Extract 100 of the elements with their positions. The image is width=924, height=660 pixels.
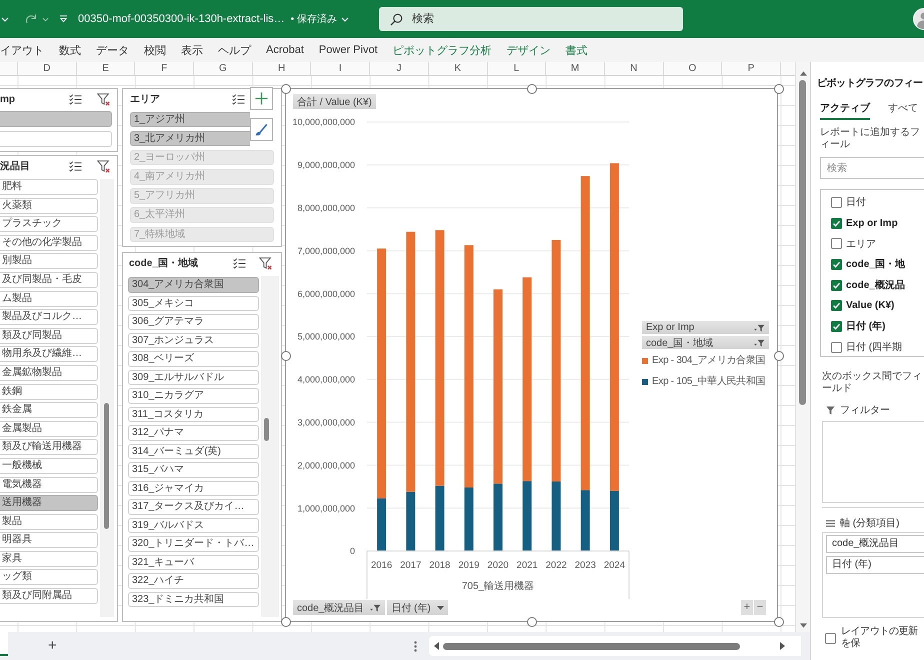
- avatar-icon[interactable]: [912, 8, 924, 30]
- column-header[interactable]: F: [135, 62, 194, 75]
- slicer-item[interactable]: ッグ類: [0, 569, 98, 586]
- slicer-item[interactable]: 別製品: [0, 253, 98, 270]
- ribbon-tab[interactable]: 校閲: [144, 42, 166, 58]
- slicer-item[interactable]: 305_メキシコ: [128, 296, 259, 311]
- up-arrow-icon[interactable]: [800, 71, 806, 76]
- resize-handle[interactable]: [774, 616, 784, 626]
- resize-handle[interactable]: [280, 616, 290, 626]
- field-label[interactable]: エリア: [846, 236, 876, 251]
- checkbox[interactable]: [831, 320, 842, 332]
- slicer-item[interactable]: 製品及びコルク…: [0, 309, 98, 326]
- scrollbar-thumb[interactable]: [799, 80, 806, 405]
- checkbox[interactable]: [831, 258, 842, 270]
- slicer-item[interactable]: 312_パナマ: [128, 425, 259, 440]
- value-field-button[interactable]: 合計 / Value (K¥): [293, 94, 376, 109]
- slicer-item[interactable]: 322_ハイチ: [128, 573, 259, 588]
- slicer-item[interactable]: 3_北アメリカ州: [130, 130, 250, 146]
- slicer-item[interactable]: 鉄金属: [0, 402, 98, 418]
- clear-filter-icon[interactable]: [97, 160, 110, 172]
- column-header[interactable]: N: [604, 62, 664, 75]
- resize-handle[interactable]: [527, 616, 537, 626]
- ribbon-tab[interactable]: イアウト: [0, 42, 44, 58]
- checkbox[interactable]: [831, 280, 842, 291]
- slicer-item[interactable]: 311_コスタリカ: [128, 406, 259, 422]
- slicer-item[interactable]: ム製品: [0, 290, 98, 307]
- expand-collapse-button[interactable]: −: [754, 600, 766, 615]
- column-header[interactable]: J: [370, 62, 429, 75]
- slicer-item[interactable]: 304_アメリカ合衆国: [128, 277, 259, 292]
- search-field[interactable]: 検索: [378, 7, 683, 31]
- chevron-down-icon[interactable]: [42, 16, 49, 22]
- multi-select-icon[interactable]: [232, 94, 245, 104]
- slicer-item[interactable]: 物用糸及び繊維…: [0, 346, 98, 362]
- legend-field-button[interactable]: Exp or Imp: [642, 321, 769, 334]
- slicer-item[interactable]: プラスチック: [0, 216, 98, 232]
- scrollbar-thumb[interactable]: [264, 418, 269, 441]
- slicer-item[interactable]: 306_グアテマラ: [128, 314, 259, 330]
- search-field[interactable]: 検索: [820, 157, 924, 179]
- down-arrow-icon[interactable]: [800, 623, 806, 628]
- slicer-item[interactable]: 309_エルサルバドル: [128, 370, 259, 385]
- field-label[interactable]: Exp or Imp: [846, 218, 898, 229]
- slicer-item[interactable]: 金属鉱物製品: [0, 364, 98, 381]
- slicer-item[interactable]: その他の化学製品: [0, 234, 98, 251]
- ribbon-tab[interactable]: 書式: [566, 42, 588, 58]
- slicer-item[interactable]: 明器具: [0, 532, 98, 548]
- left-arrow-icon[interactable]: [434, 642, 439, 650]
- slicer-item[interactable]: 類及び同附属品: [0, 588, 98, 604]
- axis-field-button[interactable]: code_概況品目: [293, 600, 386, 615]
- column-header[interactable]: P: [722, 62, 781, 75]
- ribbon-tab[interactable]: 表示: [181, 42, 203, 58]
- slicer-item[interactable]: 323_ドミニカ共和国: [128, 592, 259, 607]
- drop-area[interactable]: code_概況品目 日付 (年): [822, 532, 924, 618]
- save-status-button[interactable]: • 保存済み: [290, 12, 349, 26]
- scrollbar-thumb[interactable]: [104, 403, 109, 529]
- slicer-item[interactable]: 314_バーミュダ(英): [128, 444, 259, 459]
- slicer-item[interactable]: 315_バハマ: [128, 462, 259, 478]
- resize-handle[interactable]: [774, 350, 784, 360]
- column-header[interactable]: I: [311, 62, 370, 75]
- slicer-item[interactable]: 製品: [0, 514, 98, 530]
- slicer-item[interactable]: 307_ホンジュラス: [128, 332, 259, 348]
- customize-icon[interactable]: [59, 15, 68, 23]
- ribbon-tab[interactable]: ピボットグラフ分析: [392, 42, 492, 58]
- column-header[interactable]: E: [76, 62, 136, 75]
- slicer-item[interactable]: 317_タークス及びカイ…: [128, 499, 259, 514]
- slicer-item[interactable]: 鉄鋼: [0, 384, 98, 400]
- redo-icon[interactable]: [24, 13, 38, 25]
- slicer-item[interactable]: 320_トリニダード・トバ…: [128, 536, 259, 552]
- slicer-item[interactable]: 類及び同製品: [0, 328, 98, 344]
- style-button[interactable]: [250, 118, 273, 141]
- checkbox[interactable]: [831, 238, 842, 250]
- column-header[interactable]: L: [488, 62, 546, 75]
- slicer-item[interactable]: 及び同製品・毛皮: [0, 272, 98, 288]
- multi-select-icon[interactable]: [69, 94, 82, 104]
- checkbox[interactable]: [831, 196, 842, 208]
- multi-select-icon[interactable]: [69, 160, 82, 172]
- slicer-item[interactable]: 310_ニカラグア: [128, 388, 259, 404]
- field-label[interactable]: code_国・地: [846, 257, 905, 272]
- column-header[interactable]: K: [428, 62, 488, 75]
- checkbox[interactable]: [831, 342, 842, 353]
- field-label[interactable]: code_概況品: [846, 278, 905, 292]
- multi-select-icon[interactable]: [233, 258, 246, 268]
- checkbox[interactable]: [831, 218, 842, 229]
- ribbon-tab[interactable]: ヘルプ: [218, 42, 251, 58]
- column-header[interactable]: O: [664, 62, 722, 75]
- resize-handle[interactable]: [280, 84, 290, 94]
- add-button[interactable]: [250, 87, 273, 110]
- slicer-item[interactable]: 319_バルバドス: [128, 518, 259, 533]
- pane-tab[interactable]: アクティブ: [820, 99, 870, 120]
- slicer-item[interactable]: 308_ベリーズ: [128, 351, 259, 366]
- axis-field-button[interactable]: 日付 (年): [387, 600, 448, 615]
- slicer-item[interactable]: 類及び輸送用機器: [0, 439, 98, 456]
- field-label[interactable]: 日付: [846, 195, 866, 210]
- ribbon-tab[interactable]: デザイン: [506, 42, 551, 58]
- ribbon-tab[interactable]: Acrobat: [266, 44, 304, 56]
- field-label[interactable]: Value (K¥): [846, 300, 894, 312]
- ribbon-tab[interactable]: Power Pivot: [318, 44, 378, 56]
- clear-filter-icon[interactable]: [97, 92, 110, 106]
- add-sheet-button[interactable]: +: [46, 638, 59, 654]
- column-header[interactable]: H: [252, 62, 312, 75]
- pane-tab[interactable]: すべて: [888, 99, 918, 120]
